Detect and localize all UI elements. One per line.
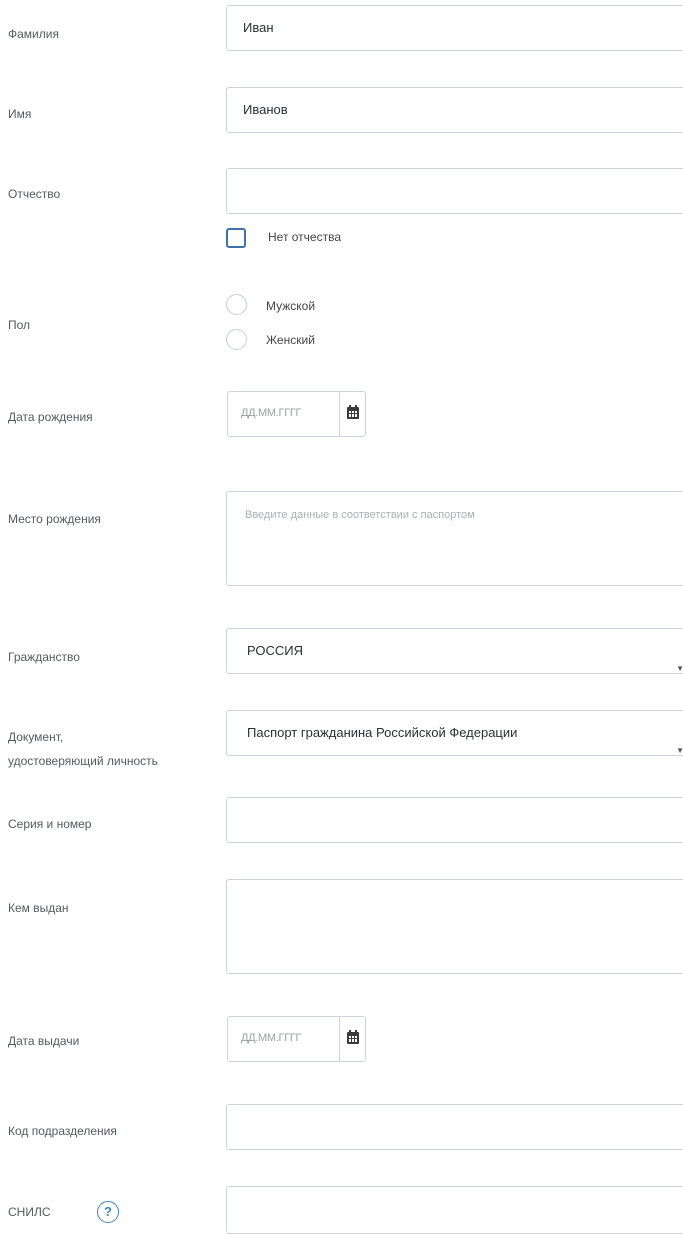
issued-by-label: Кем выдан xyxy=(8,901,69,915)
birth-date-label: Дата рождения xyxy=(8,410,93,424)
calendar-icon xyxy=(347,405,359,419)
id-document-label-line2: удостоверяющий личность xyxy=(8,754,158,768)
id-document-label-line1: Документ, xyxy=(8,730,64,744)
id-document-select[interactable]: Паспорт гражданина Российской Федерации … xyxy=(226,710,683,756)
issued-by-textarea[interactable] xyxy=(226,879,683,974)
gender-label: Пол xyxy=(8,318,31,332)
patronymic-label: Отчество xyxy=(8,187,61,201)
birth-place-placeholder: Введите данные в соответствии с паспорто… xyxy=(245,509,475,521)
chevron-down-icon: ▼ xyxy=(676,746,683,755)
division-code-label: Код подразделения xyxy=(8,1124,117,1138)
citizenship-select[interactable]: РОССИЯ ▼ xyxy=(226,628,683,674)
name-label: Имя xyxy=(8,107,32,121)
gender-male-radio[interactable] xyxy=(226,294,247,315)
issue-date-label: Дата выдачи xyxy=(8,1034,80,1048)
issue-date-placeholder: ДД.ММ.ГГГГ xyxy=(241,1032,302,1044)
snils-label: СНИЛС xyxy=(8,1205,51,1219)
id-document-label: Документ, удостоверяющий личность xyxy=(8,725,158,773)
birth-date-calendar-button[interactable] xyxy=(339,392,366,436)
birth-date-picker[interactable]: ДД.ММ.ГГГГ xyxy=(227,391,366,437)
gender-male-label: Мужской xyxy=(266,299,316,313)
issue-date-calendar-button[interactable] xyxy=(339,1017,366,1061)
no-patronymic-label: Нет отчества xyxy=(268,230,342,244)
birth-place-label: Место рождения xyxy=(8,512,101,526)
surname-input[interactable]: Иван xyxy=(226,5,683,51)
patronymic-input[interactable] xyxy=(226,168,683,214)
citizenship-value: РОССИЯ xyxy=(247,643,304,658)
surname-label: Фамилия xyxy=(8,27,59,41)
gender-female-label: Женский xyxy=(266,333,315,347)
birth-place-textarea[interactable]: Введите данные в соответствии с паспорто… xyxy=(226,491,683,586)
calendar-icon xyxy=(347,1030,359,1044)
name-input[interactable]: Иванов xyxy=(226,87,683,133)
issue-date-picker[interactable]: ДД.ММ.ГГГГ xyxy=(227,1016,366,1062)
chevron-down-icon: ▼ xyxy=(676,664,683,673)
birth-date-placeholder: ДД.ММ.ГГГГ xyxy=(241,407,302,419)
id-document-value: Паспорт гражданина Российской Федерации xyxy=(247,725,518,740)
series-number-label: Серия и номер xyxy=(8,817,92,831)
series-number-input[interactable] xyxy=(226,797,683,843)
no-patronymic-checkbox[interactable] xyxy=(226,228,246,248)
gender-female-radio[interactable] xyxy=(226,329,247,350)
help-icon[interactable]: ? xyxy=(97,1201,119,1223)
citizenship-label: Гражданство xyxy=(8,650,80,664)
division-code-input[interactable] xyxy=(226,1104,683,1150)
